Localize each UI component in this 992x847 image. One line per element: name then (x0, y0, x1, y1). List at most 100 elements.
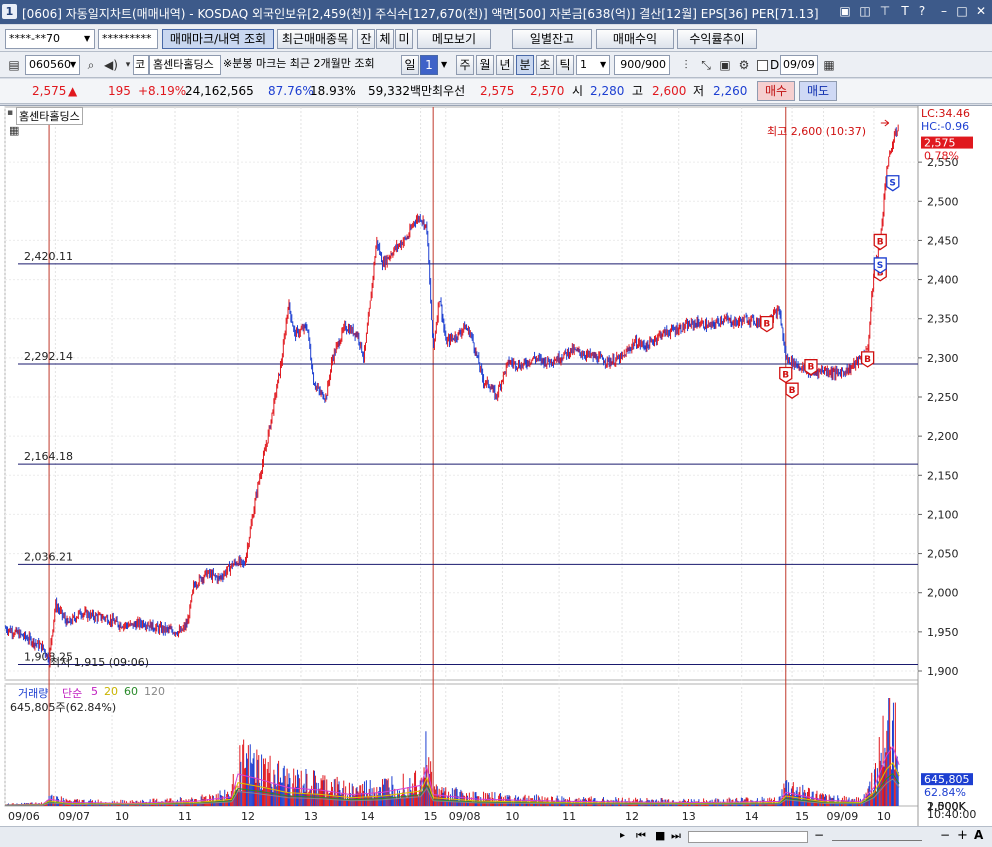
calendar-icon[interactable]: ▦ (820, 56, 838, 74)
y-tick-label: 2,000 (927, 587, 959, 600)
volume-ma-line (4, 745, 900, 806)
scroll-bar: ▸ ⏮ ■ ⏭ − − + A (0, 826, 992, 847)
quote-row: 2,575 ▲ 195 +8.19% 24,162,565 87.76% 18.… (0, 79, 992, 104)
y-tick-label: 1,950 (927, 626, 959, 639)
x-tick-label: 15 (795, 810, 809, 823)
date-checkbox[interactable] (757, 60, 768, 71)
low-price: 2,260 (713, 84, 748, 98)
collapse-icon[interactable]: ▪ (7, 108, 13, 118)
y-tick-label: 2,200 (927, 430, 959, 443)
search-icon[interactable]: ⌕ (82, 56, 100, 74)
fill-button[interactable]: 체 (376, 29, 394, 49)
period-day-button[interactable]: 일 (401, 55, 419, 75)
first-icon[interactable]: ⏮ (636, 829, 646, 843)
trade-mark-label: B (763, 320, 770, 330)
speaker-icon[interactable]: ◀) (102, 56, 120, 74)
turnover-rate: 18.93% (310, 84, 356, 98)
sell-button[interactable]: 매도 (799, 81, 837, 101)
low-label: 저 (693, 84, 705, 98)
zoom-out-button[interactable]: − (814, 828, 824, 842)
account-select[interactable]: ****-**70 (5, 29, 95, 49)
stock-legend: 홈센타홀딩스 (16, 107, 83, 125)
maximize-icon[interactable]: □ (955, 4, 969, 18)
date-input[interactable]: 09/09 (780, 55, 818, 75)
gear-icon[interactable]: ⚙ (735, 56, 753, 74)
restore-icon[interactable]: ▣ (838, 4, 852, 18)
period-year-button[interactable]: 년 (496, 55, 514, 75)
scroll-track[interactable] (688, 831, 808, 843)
high-price: 2,600 (652, 84, 687, 98)
price-volume-chart[interactable]: 09/06 09/07 10 11 12 13 14 15 09/08 10 11 12 13 14 15 0… (0, 106, 992, 828)
chart-settings-icon[interactable]: ▤ (5, 56, 23, 74)
time-label: 10:40:00 (927, 808, 977, 821)
unfilled-button[interactable]: 미 (395, 29, 413, 49)
level-label: 2,292.14 (24, 350, 73, 363)
x-tick-label: 09/07 (58, 810, 90, 823)
period-week-button[interactable]: 주 (456, 55, 474, 75)
x-tick-label: 11 (562, 810, 576, 823)
best-ask: 2,575 (480, 84, 515, 98)
password-field[interactable]: ********* (98, 29, 158, 49)
tile-icon[interactable]: ◫ (858, 4, 872, 18)
trade-mark-button[interactable]: 매매마크/내역 조회 (162, 29, 274, 49)
zoom-slider[interactable] (832, 831, 922, 841)
daily-balance-button[interactable]: 일별잔고 (512, 29, 592, 49)
scroll-left-icon[interactable]: ▸ (620, 830, 625, 841)
recent-trades-button[interactable]: 최근매매종목 (277, 29, 353, 49)
d-label: D (770, 58, 780, 72)
chevron-down-icon[interactable]: ▼ (600, 60, 606, 69)
save-icon[interactable]: ▣ (716, 56, 734, 74)
buy-button[interactable]: 매수 (757, 81, 795, 101)
price-tag-label: 2,575 (924, 137, 956, 150)
trade-mark-label: B (877, 237, 884, 247)
x-tick-label: 09/08 (449, 810, 481, 823)
balance-button[interactable]: 잔 (357, 29, 375, 49)
toolbar-stock: ▤ 060560 ▼ ⌕ ◀) ▾ 코 홈센타홀딩스 ※분봉 마크는 최근 2개… (0, 52, 992, 78)
period-num-select[interactable]: 1 (420, 55, 438, 75)
x-tick-label: 13 (304, 810, 318, 823)
best-quote-label: 최우선 (432, 84, 466, 98)
window-number: 1 (2, 4, 17, 19)
period-month-button[interactable]: 월 (476, 55, 494, 75)
chevron-down-icon[interactable]: ▼ (84, 34, 90, 43)
chevron-down-icon[interactable]: ▼ (441, 60, 447, 69)
y-tick-label: 2,050 (927, 548, 959, 561)
y-tick-label: 2,100 (927, 508, 959, 521)
chart-area[interactable]: 09/06 09/07 10 11 12 13 14 15 09/08 10 11 12 13 14 15 0… (0, 105, 992, 828)
x-tick-label: 12 (241, 810, 255, 823)
stock-name[interactable]: 홈센타홀딩스 (149, 55, 221, 75)
tool-icon[interactable]: ⤡ (697, 56, 715, 74)
chevron-down-icon[interactable]: ▼ (70, 60, 76, 69)
help-icon[interactable]: ? (915, 4, 929, 18)
ma120-label: 120 (144, 685, 165, 698)
close-icon[interactable]: ✕ (974, 4, 988, 18)
text-icon[interactable]: T (898, 4, 912, 18)
trade-profit-button[interactable]: 매매수익 (596, 29, 674, 49)
max-arrow-icon (880, 119, 890, 127)
best-bid: 2,570 (530, 84, 565, 98)
window-title: [0606] 자동일지차트(매매내역) - KOSDAQ 외국인보유[2,459… (22, 7, 819, 21)
data-count-input[interactable]: 900/900 (614, 55, 670, 75)
zoom-in-button[interactable]: − (940, 828, 950, 842)
trade-mark-label: S (889, 179, 895, 189)
trade-amount: 59,332백만 (368, 84, 433, 98)
period-minute-button[interactable]: 분 (516, 55, 534, 75)
grid-icon[interactable]: ▦ (9, 124, 19, 137)
last-icon[interactable]: ⏭ (671, 829, 681, 843)
high-label: 고 (632, 84, 644, 98)
stop-icon[interactable]: ■ (655, 829, 665, 842)
candle-icon[interactable]: ⫶ (677, 56, 695, 74)
zoom-in-button[interactable]: + (957, 828, 968, 843)
trade-mark-label: B (864, 355, 871, 365)
period-second-button[interactable]: 초 (536, 55, 554, 75)
font-size-button[interactable]: A (974, 828, 983, 842)
x-tick-label: 12 (625, 810, 639, 823)
y-tick-label: 2,400 (927, 274, 959, 287)
memo-button[interactable]: 메모보기 (417, 29, 491, 49)
pin-icon[interactable]: ⊤ (878, 4, 892, 18)
return-trend-button[interactable]: 수익률추이 (677, 29, 757, 49)
ma20-label: 20 (104, 685, 118, 698)
x-tick-label: 10 (877, 810, 891, 823)
minimize-icon[interactable]: – (937, 4, 951, 18)
period-tick-button[interactable]: 틱 (556, 55, 574, 75)
